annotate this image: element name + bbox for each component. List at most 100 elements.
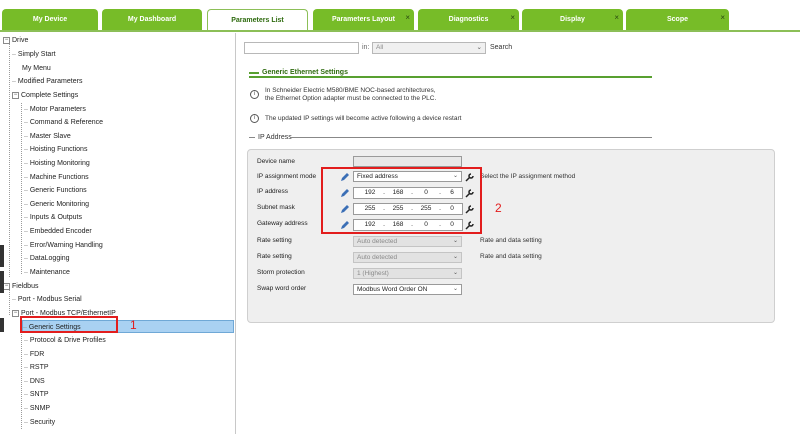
storm-protection-select: 1 (Highest) ⌄ — [353, 268, 462, 279]
parameter-tree[interactable]: − Drive – Simply Start My Menu – Modified… — [0, 33, 236, 434]
tree-node-label: Generic Monitoring — [29, 201, 89, 208]
tree-node-label: Simply Start — [17, 51, 56, 58]
close-icon[interactable]: × — [614, 13, 619, 22]
tree-node-machine-functions[interactable]: – Machine Functions — [24, 171, 89, 184]
tree-node-label: My Menu — [22, 65, 51, 72]
tree-node-fieldbus[interactable]: − Fieldbus — [3, 280, 38, 293]
chevron-down-icon: ⌄ — [476, 44, 482, 51]
tree-node-generic-monitoring[interactable]: – Generic Monitoring — [24, 198, 89, 211]
tree-node-label: DataLogging — [29, 255, 70, 262]
tree-node-label: FDR — [29, 351, 45, 358]
storm-protection-label: Storm protection — [257, 269, 305, 276]
swap-word-order-label: Swap word order — [257, 285, 307, 292]
tree-node-sntp[interactable]: – SNTP — [24, 388, 49, 401]
ip-address-label: IP address — [257, 188, 288, 195]
section-underline — [249, 76, 652, 78]
collapse-icon[interactable]: − — [3, 36, 10, 44]
tree-node-port-modbus-serial[interactable]: – Port - Modbus Serial — [12, 293, 82, 306]
search-scope-select[interactable]: All ⌄ — [372, 42, 486, 54]
search-scope-value: All — [376, 44, 384, 51]
tree-node-label: Inputs & Outputs — [29, 214, 83, 221]
tab-my-device[interactable]: My Device — [2, 9, 98, 30]
tree-node-label: Modified Parameters — [17, 78, 83, 85]
tree-node-fdr[interactable]: – FDR — [24, 348, 44, 361]
tree-node-error-warning-handling[interactable]: – Error/Warning Handling — [24, 239, 103, 252]
tree-node-protocol-drive-profiles[interactable]: – Protocol & Drive Profiles — [24, 334, 106, 347]
collapse-icon[interactable]: − — [3, 282, 10, 290]
subnet-mask-label: Subnet mask — [257, 204, 295, 211]
tree-node-maintenance[interactable]: – Maintenance — [24, 266, 70, 279]
tree-node-label: Hoisting Functions — [29, 146, 88, 153]
tab-scope[interactable]: Scope × — [626, 9, 729, 30]
tree-node-label: Maintenance — [29, 269, 70, 276]
search-button[interactable]: Search — [490, 44, 512, 51]
tree-node-generic-functions[interactable]: – Generic Functions — [24, 184, 87, 197]
tree-node-master-slave[interactable]: – Master Slave — [24, 130, 71, 143]
tree-node-label: SNTP — [29, 391, 49, 398]
tree-node-label: Port - Modbus Serial — [17, 296, 82, 303]
tree-guide-line — [9, 41, 10, 277]
tree-node-rstp[interactable]: – RSTP — [24, 361, 49, 374]
ip-header-rule — [290, 137, 652, 138]
tree-node-label: Protocol & Drive Profiles — [29, 337, 106, 344]
tree-node-drive[interactable]: − Drive — [3, 34, 28, 47]
tree-node-snmp[interactable]: – SNMP — [24, 402, 50, 415]
tree-guide-line — [21, 317, 22, 429]
chevron-down-icon: ⌄ — [452, 286, 458, 292]
tree-node-hoisting-monitoring[interactable]: – Hoisting Monitoring — [24, 157, 90, 170]
tab-underline — [0, 30, 800, 32]
tree-node-label: Security — [29, 419, 56, 426]
device-name-field[interactable] — [353, 156, 462, 167]
tree-node-inputs-outputs[interactable]: – Inputs & Outputs — [24, 211, 82, 224]
tree-node-label: Fieldbus — [12, 283, 39, 290]
tree-node-complete-settings[interactable]: − Complete Settings — [12, 89, 78, 102]
info-icon: i — [250, 114, 259, 123]
splitter-handle[interactable] — [0, 318, 4, 332]
tree-node-command-reference[interactable]: – Command & Reference — [24, 116, 103, 129]
tab-display[interactable]: Display × — [522, 9, 623, 30]
splitter-handle[interactable] — [0, 245, 4, 267]
tree-guide-line — [21, 103, 22, 274]
tab-diagnostics[interactable]: Diagnostics × — [418, 9, 519, 30]
tree-node-label: Error/Warning Handling — [29, 242, 103, 249]
search-in-label: in: — [362, 44, 370, 51]
collapse-icon[interactable]: − — [12, 309, 19, 317]
tree-node-simply-start[interactable]: – Simply Start — [12, 48, 56, 61]
tree-node-motor-parameters[interactable]: – Motor Parameters — [24, 103, 86, 116]
search-input[interactable] — [244, 42, 359, 54]
info-text-line: the Ethernet Option adapter must be conn… — [265, 95, 437, 102]
tree-node-embedded-encoder[interactable]: – Embedded Encoder — [24, 225, 92, 238]
tree-node-datalogging[interactable]: – DataLogging — [24, 252, 70, 265]
storm-protection-value: 1 (Highest) — [357, 270, 389, 277]
close-icon[interactable]: × — [720, 13, 725, 22]
tree-node-label: Command & Reference — [29, 119, 104, 126]
rate-setting-label: Rate setting — [257, 237, 292, 244]
tree-node-modified-parameters[interactable]: – Modified Parameters — [12, 75, 82, 88]
tab-parameters-list[interactable]: Parameters List — [207, 9, 308, 31]
rate-setting-value: Auto detected — [357, 254, 398, 261]
tab-label: Diagnostics — [448, 16, 489, 23]
annotation-box-2 — [321, 167, 482, 234]
swap-word-order-select[interactable]: Modbus Word Order ON ⌄ — [353, 284, 462, 295]
tree-node-dns[interactable]: – DNS — [24, 375, 45, 388]
tab-parameters-layout[interactable]: Parameters Layout × — [313, 9, 414, 30]
rate-setting-description: Rate and data setting — [480, 237, 542, 244]
tree-node-label: Complete Settings — [21, 92, 79, 99]
close-icon[interactable]: × — [405, 13, 410, 22]
splitter-handle[interactable] — [0, 271, 4, 293]
device-name-label: Device name — [257, 158, 295, 165]
tab-label: Scope — [666, 16, 688, 23]
info-icon: i — [250, 90, 259, 99]
section-header-rule — [249, 72, 259, 74]
gateway-label: Gateway address — [257, 220, 308, 227]
close-icon[interactable]: × — [510, 13, 515, 22]
tab-label: My Dashboard — [127, 16, 177, 23]
tree-node-hoisting-functions[interactable]: – Hoisting Functions — [24, 143, 87, 156]
tree-node-security[interactable]: – Security — [24, 416, 55, 429]
info-text-restart: The updated IP settings will become acti… — [265, 115, 462, 122]
collapse-icon[interactable]: − — [12, 91, 19, 99]
tab-my-dashboard[interactable]: My Dashboard — [102, 9, 202, 30]
ip-header-rule — [249, 137, 255, 138]
swap-word-order-value: Modbus Word Order ON — [357, 286, 428, 293]
tree-node-my-menu[interactable]: My Menu — [22, 62, 51, 75]
